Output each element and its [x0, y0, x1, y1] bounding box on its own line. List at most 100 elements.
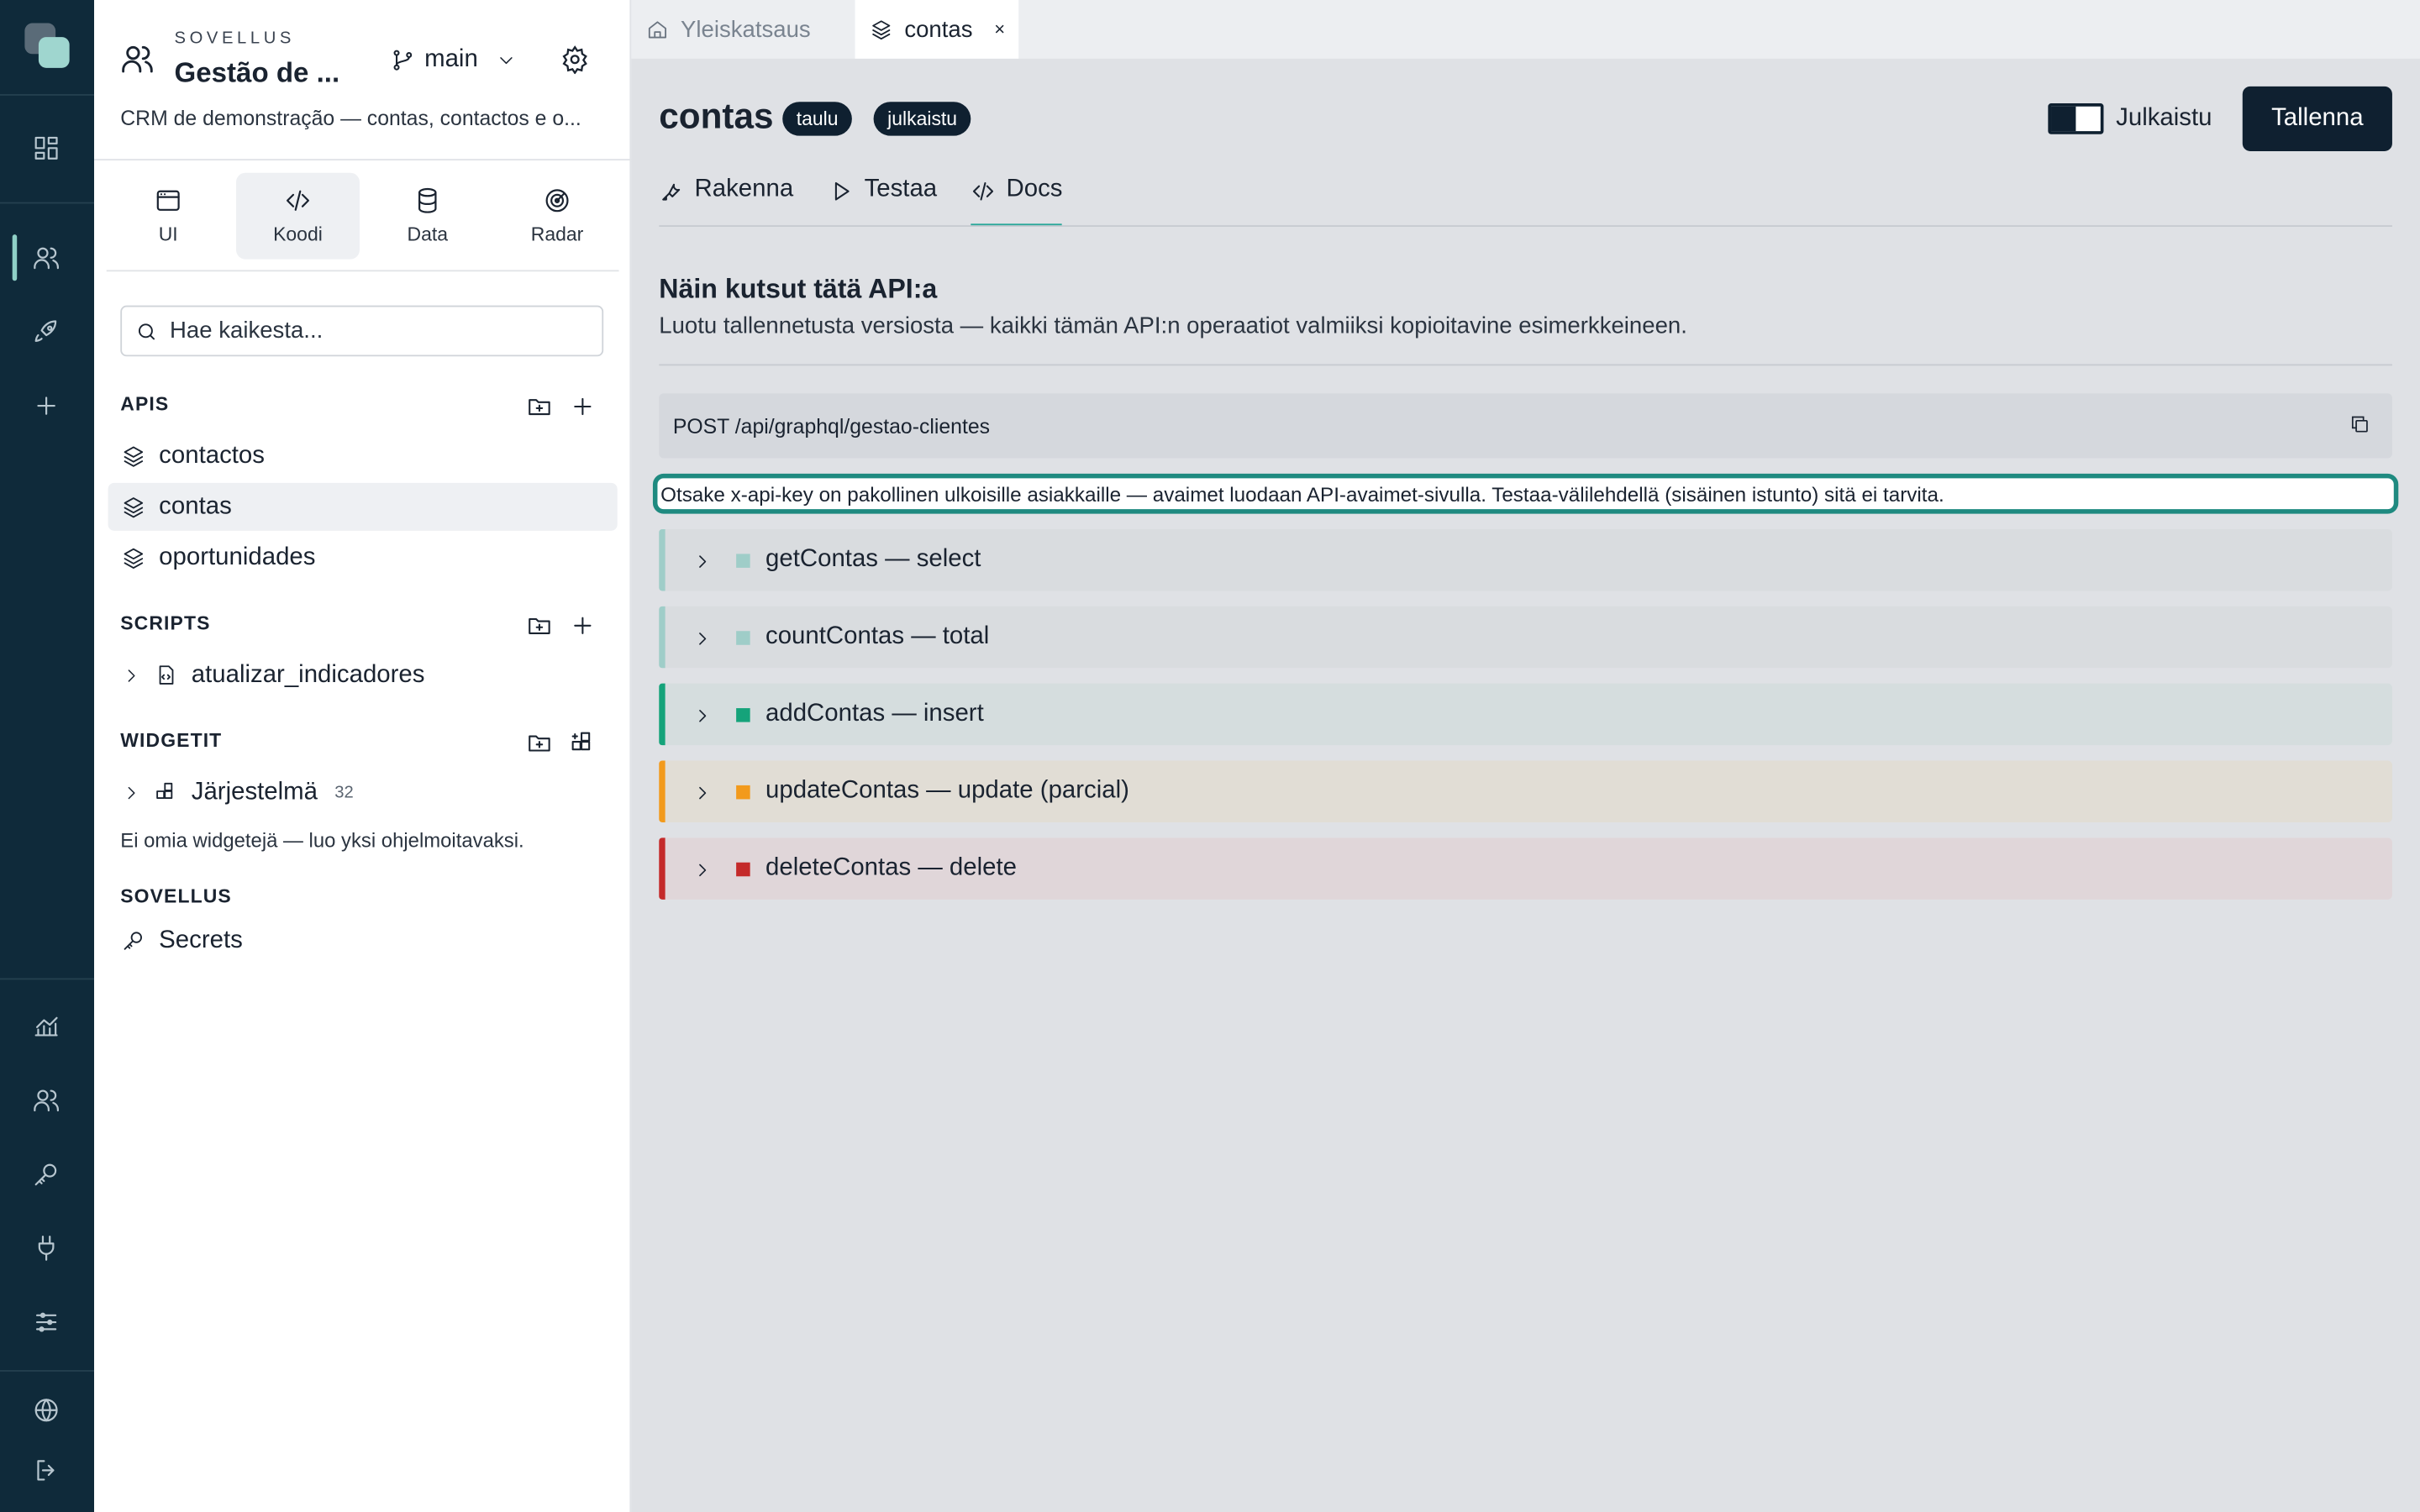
users-icon[interactable] [28, 239, 65, 276]
git-branch-icon [393, 50, 413, 71]
api-item-oportunidades[interactable]: oportunidades [108, 534, 618, 582]
rail-divider [0, 1370, 95, 1372]
operation-accent-bar [659, 837, 666, 900]
app-item-secrets[interactable]: Secrets [108, 916, 618, 964]
divider [659, 225, 2392, 227]
operation-label: addContas — insert [765, 700, 984, 727]
window-icon [156, 190, 180, 211]
subtab-test[interactable]: Testaa [829, 173, 937, 227]
brand-logo[interactable] [24, 23, 71, 70]
dashboard-icon[interactable] [28, 129, 65, 166]
logout-icon[interactable] [28, 1452, 65, 1488]
save-button[interactable]: Tallenna [2242, 86, 2392, 151]
add-widget-icon[interactable] [566, 727, 597, 758]
operation-label: deleteContas — delete [765, 854, 1018, 881]
widget-item-jarjestelma[interactable]: Järjestelmä 32 [108, 769, 618, 816]
app-name: Gestão de ... [174, 56, 340, 88]
rail-active-indicator [12, 234, 18, 281]
chevron-right-icon[interactable] [693, 782, 712, 801]
plug-icon[interactable] [28, 1230, 65, 1267]
operation-accent-bar [659, 529, 666, 591]
mode-ui[interactable]: UI [107, 173, 230, 260]
search-placeholder: Hae kaikesta... [170, 318, 324, 344]
operation-row[interactable]: getContas — select [659, 529, 2392, 591]
operation-type-marker [736, 553, 750, 567]
mode-label: Data [407, 223, 449, 246]
chevron-down-icon [499, 57, 513, 65]
section-apis-title: APIS [120, 393, 170, 416]
tab-overview[interactable]: Yleiskatsaus [631, 0, 855, 59]
subtab-docs[interactable]: Docs [971, 173, 1064, 227]
mode-radar[interactable]: Radar [496, 173, 619, 260]
globe-icon[interactable] [28, 1392, 65, 1429]
tab-bar: Yleiskatsaus contas × [631, 0, 2420, 59]
new-folder-icon[interactable] [523, 610, 555, 641]
widgets-icon [156, 782, 173, 799]
add-api-icon[interactable] [566, 391, 597, 422]
api-item-contas[interactable]: contas [108, 482, 618, 531]
operation-accent-bar [659, 683, 666, 746]
mode-label: UI [158, 223, 178, 246]
chevron-right-icon[interactable] [693, 859, 712, 878]
operation-label: getContas — select [765, 546, 981, 573]
search-icon [138, 323, 155, 339]
analytics-icon[interactable] [28, 1007, 65, 1044]
settings-gear-icon[interactable] [560, 45, 592, 76]
close-tab-icon[interactable]: × [994, 18, 1005, 40]
tree-item-label: contas [159, 492, 232, 520]
database-icon [418, 187, 437, 213]
chevron-right-icon[interactable] [693, 628, 712, 647]
add-script-icon[interactable] [566, 610, 597, 641]
team-icon[interactable] [28, 1082, 65, 1119]
operation-row[interactable]: updateContas — update (parcial) [659, 760, 2392, 822]
subtab-build[interactable]: Rakenna [659, 173, 793, 227]
rail-divider [0, 94, 95, 96]
operation-type-marker [736, 707, 750, 722]
published-toggle[interactable] [2048, 103, 2104, 134]
radar-icon [545, 189, 569, 213]
chevron-right-icon[interactable] [122, 666, 140, 685]
plus-icon[interactable] [28, 387, 65, 424]
new-folder-icon[interactable] [523, 727, 555, 758]
badge-type: taulu [782, 102, 853, 136]
users-icon [120, 42, 157, 79]
copy-icon[interactable] [2349, 413, 2374, 438]
mode-code[interactable]: Koodi [236, 172, 360, 260]
script-item-atualizar-indicadores[interactable]: atualizar_indicadores [108, 651, 618, 699]
chevron-right-icon[interactable] [122, 783, 140, 801]
operation-row[interactable]: addContas — insert [659, 683, 2392, 746]
play-icon [834, 181, 850, 201]
rocket-icon[interactable] [28, 313, 65, 350]
key-icon[interactable] [28, 1156, 65, 1193]
layers-icon [872, 20, 891, 40]
mode-data[interactable]: Data [366, 173, 489, 260]
sliders-icon[interactable] [28, 1304, 65, 1341]
rail-divider [0, 202, 95, 204]
branch-selector[interactable]: main [391, 45, 515, 76]
operation-type-marker [736, 861, 750, 876]
section-widgets-title: WIDGETIT [120, 729, 223, 752]
new-folder-icon[interactable] [523, 391, 555, 422]
api-key-note: Otsake x-api-key on pakollinen ulkoisill… [652, 473, 2399, 514]
tree-item-label: contactos [159, 442, 265, 469]
chevron-right-icon[interactable] [693, 705, 712, 723]
operation-type-marker [736, 784, 750, 799]
divider [106, 270, 619, 272]
operation-row[interactable]: countContas — total [659, 606, 2392, 669]
endpoint-text: POST /api/graphql/gestao-clientes [672, 414, 991, 438]
endpoint-box: POST /api/graphql/gestao-clientes [659, 393, 2392, 459]
tab-contas[interactable]: contas × [855, 0, 1019, 59]
code-icon [286, 190, 309, 211]
badge-status: julkaistu [873, 102, 971, 136]
app-kicker: SOVELLUS [174, 29, 295, 48]
docs-heading: Näin kutsut tätä API:a [659, 273, 938, 304]
operation-row[interactable]: deleteContas — delete [659, 837, 2392, 900]
operation-label: updateContas — update (parcial) [765, 777, 1129, 804]
api-item-contactos[interactable]: contactos [108, 432, 618, 480]
tree-item-label: oportunidades [159, 543, 316, 570]
subtab-label: Testaa [864, 176, 938, 202]
sidebar: SOVELLUS Gestão de ... main CRM de demon… [94, 0, 632, 1512]
search-input[interactable]: Hae kaikesta... [120, 305, 604, 357]
chevron-right-icon[interactable] [693, 551, 712, 570]
operation-label: countContas — total [765, 623, 990, 650]
